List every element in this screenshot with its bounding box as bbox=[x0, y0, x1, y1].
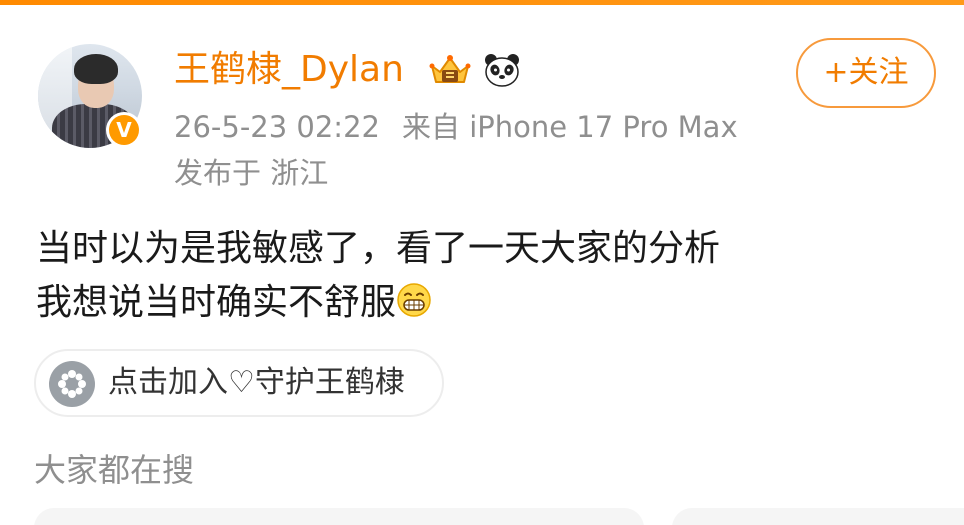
verified-badge: V bbox=[106, 112, 142, 148]
avatar-hair bbox=[74, 54, 118, 84]
post-line-1: 当时以为是我敏感了，看了一天大家的分析 bbox=[36, 228, 721, 269]
top-accent-bar bbox=[0, 0, 964, 5]
weibo-post-page: V 王鹤棣_Dylan 26-5-23 02:22 来自 iPhone 17 Pr… bbox=[0, 0, 964, 525]
verified-badge-mark: V bbox=[109, 115, 139, 145]
post-source: 来自 iPhone 17 Pro Max bbox=[401, 110, 738, 144]
follow-button[interactable]: +关注 bbox=[796, 38, 936, 108]
post-location: 发布于 浙江 bbox=[174, 156, 329, 190]
post-body: 当时以为是我敏感了，看了一天大家的分析 我想说当时确实不舒服 bbox=[36, 222, 720, 330]
trending-search-card[interactable] bbox=[672, 508, 964, 525]
post-line-2: 我想说当时确实不舒服 bbox=[36, 276, 720, 330]
post-line-2-text: 我想说当时确实不舒服 bbox=[36, 282, 397, 323]
join-fan-group-button[interactable]: 点击加入♡守护王鹤棣 bbox=[34, 349, 444, 417]
flower-icon bbox=[49, 361, 95, 407]
grin-emoji-icon bbox=[397, 283, 431, 317]
user-name[interactable]: 王鹤棣_Dylan bbox=[174, 48, 404, 92]
trending-search-card[interactable] bbox=[34, 508, 644, 525]
crown-icon[interactable] bbox=[428, 52, 472, 88]
post-meta: 26-5-23 02:22 来自 iPhone 17 Pro Max bbox=[174, 108, 738, 146]
trending-search-title: 大家都在搜 bbox=[34, 451, 195, 489]
post-timestamp: 26-5-23 02:22 bbox=[174, 110, 380, 144]
panda-icon[interactable] bbox=[482, 50, 522, 90]
join-fan-group-label: 点击加入♡守护王鹤棣 bbox=[108, 365, 405, 400]
